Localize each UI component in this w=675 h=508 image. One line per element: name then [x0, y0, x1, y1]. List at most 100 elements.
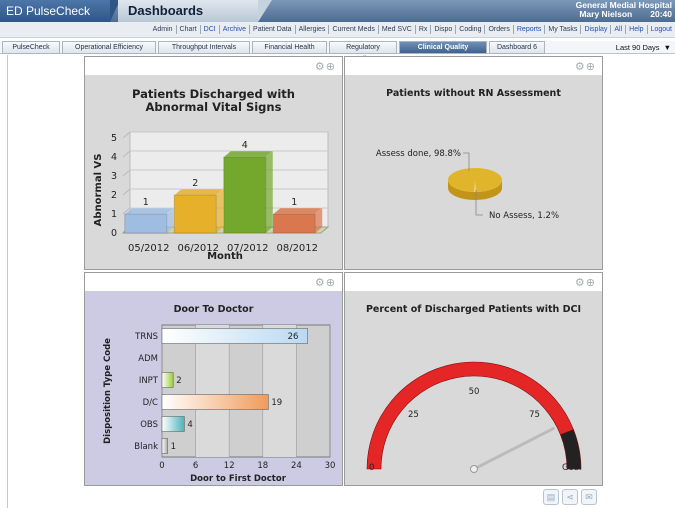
y-tick-label: INPT: [139, 376, 159, 386]
y-tick-label: 4: [111, 152, 117, 163]
pie-label-assess-done: Assess done, 98.8%: [376, 149, 461, 159]
chevron-down-icon: ▼: [663, 43, 671, 52]
grid-line-diagonal: [122, 188, 131, 196]
panel-dci-gauge: ⚙⊕ Percent of Discharged Patients with D…: [344, 272, 603, 486]
leader-line: [463, 152, 470, 171]
grid-line-diagonal: [122, 169, 131, 177]
data-label: 26: [288, 332, 299, 342]
y-tick-label: ADM: [138, 354, 158, 364]
x-tick-label: 30: [325, 461, 336, 471]
bar: [161, 394, 269, 410]
nav-link-orders[interactable]: Orders: [484, 25, 512, 34]
x-tick-label: 0: [159, 461, 164, 471]
bar: [161, 372, 174, 388]
tab-pulsecheck[interactable]: PulseCheck: [2, 41, 60, 54]
panel-body: Percent of Discharged Patients with DCI …: [345, 291, 602, 485]
bar: [161, 416, 185, 432]
grid-band: [262, 325, 297, 457]
nav-link-chart[interactable]: Chart: [175, 25, 200, 34]
tab-regulatory-compliance[interactable]: Regulatory Compliance: [329, 41, 397, 63]
nav-link-reports[interactable]: Reports: [512, 25, 545, 34]
date-range-select[interactable]: Last 90 Days ▼: [616, 43, 671, 52]
nav-link-my-tasks[interactable]: My Tasks: [544, 25, 580, 34]
panel-door-to-doctor: ⚙⊕ Door To Doctor 0 6 12 18 24 30 TRNS 26 ADM INP…: [84, 272, 343, 486]
top-header-bar: ED PulseCheck Dashboards General Medial …: [0, 0, 675, 22]
data-label: 2: [192, 178, 198, 189]
bar-chart-abnormal-vitals: 012345105/2012206/2012407/2012108/2012Mo…: [93, 131, 330, 262]
grid-line-diagonal: [122, 131, 131, 139]
nav-link-dispo[interactable]: Dispo: [430, 25, 455, 34]
tab-dashboard-6[interactable]: Dashboard 6: [489, 41, 545, 54]
nav-link-archive[interactable]: Archive: [218, 25, 249, 34]
nav-link-med-svc[interactable]: Med SVC: [377, 25, 415, 34]
settings-zoom-icon[interactable]: ⚙⊕: [315, 276, 336, 289]
gauge-needle: [472, 427, 555, 471]
settings-zoom-icon[interactable]: ⚙⊕: [575, 60, 596, 73]
share-icon[interactable]: ⋖: [562, 489, 578, 505]
plot-background: [161, 324, 331, 458]
panel-body: Door To Doctor 0 6 12 18 24 30 TRNS 26 ADM INPT 2 D…: [85, 291, 342, 485]
bar: [161, 328, 308, 344]
grid-line-diagonal: [122, 150, 131, 158]
gauge-tick-label: Goal: [562, 463, 581, 473]
panel-body: Patients without RN Assessment Assess do…: [345, 75, 602, 269]
left-divider: [7, 55, 8, 508]
data-label: 1: [291, 197, 297, 208]
y-tick-label: 3: [111, 171, 117, 182]
tab-throughput-intervals[interactable]: Throughput Intervals: [158, 41, 250, 54]
bar-top: [173, 188, 224, 196]
print-icon[interactable]: ▤: [543, 489, 559, 505]
data-label: 19: [271, 398, 282, 408]
settings-zoom-icon[interactable]: ⚙⊕: [575, 276, 596, 289]
panel-rn-assessment: ⚙⊕ Patients without RN Assessment Assess…: [344, 56, 603, 270]
x-tick-label: 24: [291, 461, 302, 471]
nav-link-rx[interactable]: Rx: [414, 25, 431, 34]
nav-link-allergies[interactable]: Allergies: [294, 25, 329, 34]
bar-top: [272, 207, 323, 215]
nav-link-help[interactable]: Help: [625, 25, 646, 34]
gauge-pivot: [470, 465, 478, 473]
bar: [124, 213, 168, 234]
bar-top: [223, 150, 274, 158]
nav-link-logout[interactable]: Logout: [646, 25, 675, 34]
y-tick-label: Blank: [134, 442, 158, 452]
user-name: Mary Nielson: [579, 9, 633, 19]
nav-link-display[interactable]: Display: [580, 25, 610, 34]
hospital-info: General Medial Hospital Mary Nielson 20:…: [576, 1, 672, 19]
gauge-chart-dci: 0 25 50 75 Goal: [366, 361, 581, 473]
nav-link-dci[interactable]: DCI: [199, 25, 219, 34]
data-label: 1: [143, 197, 149, 208]
tab-bar: PulseCheck Operational Efficiency Throug…: [0, 41, 675, 63]
app-title[interactable]: ED PulseCheck: [0, 0, 120, 22]
settings-zoom-icon[interactable]: ⚙⊕: [315, 60, 336, 73]
x-tick-label: 6: [193, 461, 198, 471]
bar-chart-door-to-doctor: 0 6 12 18 24 30 TRNS 26 ADM INPT 2 D/C 19 OBS 4 Blank 1 D…: [103, 324, 336, 484]
nav-link-admin[interactable]: Admin: [150, 25, 176, 34]
clock-time: 20:40: [650, 9, 672, 19]
y-tick-label: OBS: [140, 420, 158, 430]
nav-link-patient-data[interactable]: Patient Data: [249, 25, 295, 34]
gauge-band: [366, 361, 574, 470]
y-tick-label: 5: [111, 133, 117, 144]
panel-toolbar: ⚙⊕: [345, 273, 602, 291]
pie-chart-rn-assessment: Assess done, 98.8% No Assess, 1.2%: [376, 149, 559, 221]
data-label: 4: [242, 140, 248, 151]
x-axis-label: Month: [207, 251, 243, 262]
grid-band: [195, 325, 230, 457]
panel-abnormal-vitals: ⚙⊕ Patients Discharged with Abnormal Vit…: [84, 56, 343, 270]
link-bar: Admin Chart DCI Archive Patient Data Allergie…: [0, 22, 675, 38]
y-tick-label: TRNS: [134, 332, 158, 342]
nav-link-all[interactable]: All: [610, 25, 625, 34]
nav-link-current-meds[interactable]: Current Meds: [328, 25, 377, 34]
tab-clinical-quality[interactable]: Clinical Quality: [399, 41, 487, 54]
bar-side: [216, 189, 224, 233]
section-title[interactable]: Dashboards: [118, 0, 272, 22]
gauge-tick-label: 0: [369, 463, 374, 473]
email-icon[interactable]: ✉: [581, 489, 597, 505]
y-axis-label: Disposition Type Code: [103, 338, 113, 444]
tab-financial-health[interactable]: Financial Health: [252, 41, 327, 54]
bar: [272, 213, 316, 234]
nav-link-coding[interactable]: Coding: [455, 25, 484, 34]
tab-operational-efficiency[interactable]: Operational Efficiency: [62, 41, 156, 54]
panel-body: Patients Discharged with Abnormal Vital …: [85, 75, 342, 269]
